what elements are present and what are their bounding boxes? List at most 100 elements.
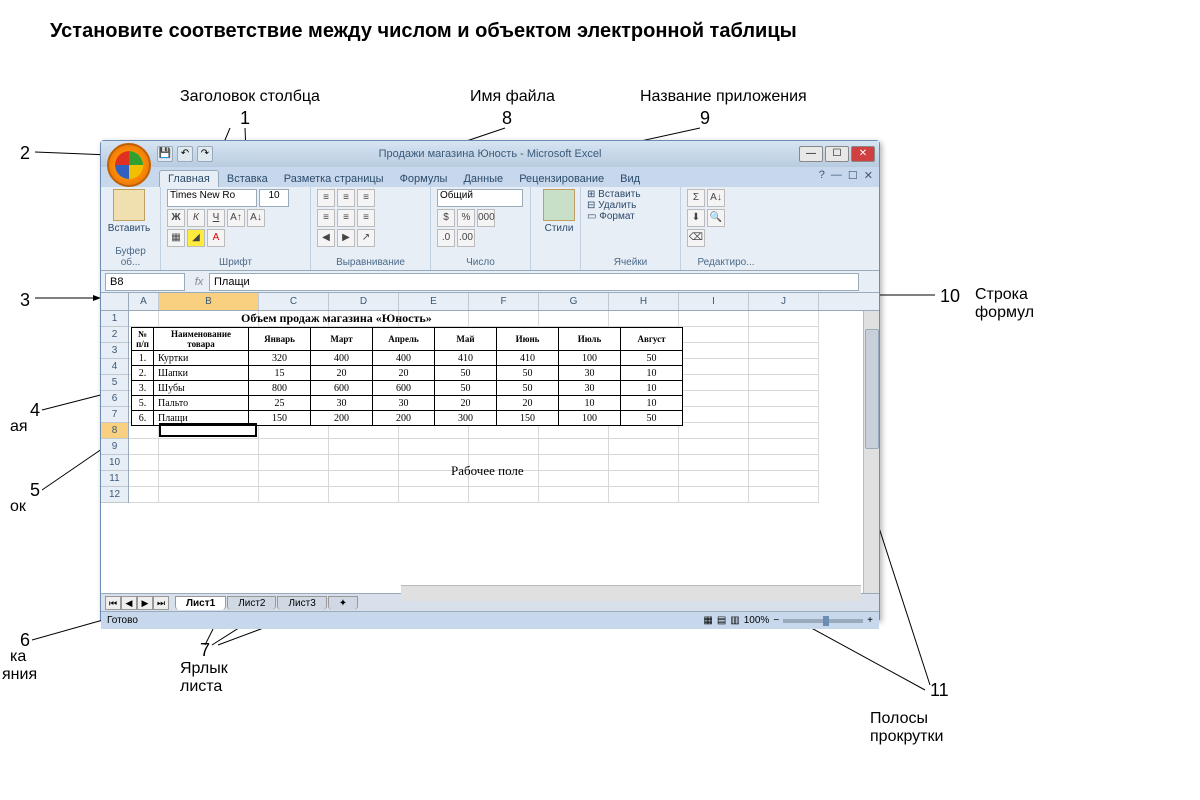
fill-icon[interactable]: ⬇ [687, 209, 705, 227]
font-size-select[interactable]: 10 [259, 189, 289, 207]
align-r-icon[interactable]: ≡ [357, 209, 375, 227]
minimize-button[interactable]: — [799, 146, 823, 162]
sort-icon[interactable]: А↓ [707, 189, 725, 207]
col-header-B[interactable]: B [159, 293, 259, 310]
row-header-2[interactable]: 2 [101, 327, 128, 343]
col-header-F[interactable]: F [469, 293, 539, 310]
align-tl-icon[interactable]: ≡ [317, 189, 335, 207]
tab-home[interactable]: Главная [159, 170, 219, 187]
doc-max-icon[interactable]: ☐ [848, 169, 858, 182]
styles-button[interactable]: Стили [537, 189, 581, 234]
horizontal-scrollbar[interactable] [401, 585, 861, 601]
row-header-5[interactable]: 5 [101, 375, 128, 391]
underline-button[interactable]: Ч [207, 209, 225, 227]
sheet-tab-3[interactable]: Лист3 [277, 596, 326, 610]
row-header-7[interactable]: 7 [101, 407, 128, 423]
qat-save-icon[interactable]: 💾 [157, 146, 173, 162]
label-9-text: Название приложения [640, 88, 807, 106]
tab-data[interactable]: Данные [455, 171, 511, 187]
number-format-select[interactable]: Общий [437, 189, 523, 207]
col-header-G[interactable]: G [539, 293, 609, 310]
label-11-text: Полосы прокрутки [870, 710, 943, 746]
doc-close-icon[interactable]: ✕ [864, 169, 873, 182]
tab-nav-last-icon[interactable]: ⏭ [153, 596, 169, 610]
font-color-icon[interactable]: A [207, 229, 225, 247]
grow-font-icon[interactable]: A↑ [227, 209, 245, 227]
clear-icon[interactable]: ⌫ [687, 229, 705, 247]
zoom-slider[interactable] [783, 619, 863, 623]
view-break-icon[interactable]: ▥ [730, 615, 739, 626]
comma-icon[interactable]: 000 [477, 209, 495, 227]
bold-button[interactable]: Ж [167, 209, 185, 227]
zoom-out-icon[interactable]: − [773, 615, 779, 626]
zoom-in-icon[interactable]: + [867, 615, 873, 626]
tab-review[interactable]: Рецензирование [511, 171, 612, 187]
currency-icon[interactable]: $ [437, 209, 455, 227]
sheet-tab-2[interactable]: Лист2 [227, 596, 276, 610]
align-c-icon[interactable]: ≡ [337, 209, 355, 227]
qat-redo-icon[interactable]: ↷ [197, 146, 213, 162]
view-layout-icon[interactable]: ▤ [717, 615, 726, 626]
inc-dec-icon[interactable]: .0 [437, 229, 455, 247]
percent-icon[interactable]: % [457, 209, 475, 227]
tab-view[interactable]: Вид [612, 171, 648, 187]
delete-cells-button[interactable]: ⊟ Удалить [587, 200, 636, 211]
row-header-12[interactable]: 12 [101, 487, 128, 503]
view-normal-icon[interactable]: ▦ [703, 615, 712, 626]
name-box[interactable]: B8 [105, 273, 185, 291]
qat-undo-icon[interactable]: ↶ [177, 146, 193, 162]
col-header-C[interactable]: C [259, 293, 329, 310]
col-header-A[interactable]: A [129, 293, 159, 310]
label-7-text: Ярлык листа [180, 660, 228, 696]
find-icon[interactable]: 🔍 [707, 209, 725, 227]
paste-icon [113, 189, 145, 221]
row-header-8[interactable]: 8 [101, 423, 128, 439]
fx-icon[interactable]: fx [189, 276, 209, 288]
shrink-font-icon[interactable]: A↓ [247, 209, 265, 227]
row-header-9[interactable]: 9 [101, 439, 128, 455]
indent-inc-icon[interactable]: ▶ [337, 229, 355, 247]
col-header-J[interactable]: J [749, 293, 819, 310]
vertical-scrollbar[interactable] [863, 311, 879, 593]
col-header-D[interactable]: D [329, 293, 399, 310]
sheet-tab-1[interactable]: Лист1 [175, 596, 226, 610]
orient-icon[interactable]: ↗ [357, 229, 375, 247]
col-header-I[interactable]: I [679, 293, 749, 310]
tab-nav-next-icon[interactable]: ▶ [137, 596, 153, 610]
select-all-corner[interactable] [101, 293, 129, 310]
sum-icon[interactable]: Σ [687, 189, 705, 207]
fill-color-icon[interactable]: ◢ [187, 229, 205, 247]
vscroll-thumb[interactable] [865, 329, 879, 449]
indent-dec-icon[interactable]: ◀ [317, 229, 335, 247]
doc-min-icon[interactable]: — [831, 169, 842, 182]
border-icon[interactable]: ▦ [167, 229, 185, 247]
help-icon[interactable]: ? [819, 169, 825, 182]
tab-formulas[interactable]: Формулы [392, 171, 456, 187]
row-header-4[interactable]: 4 [101, 359, 128, 375]
row-header-1[interactable]: 1 [101, 311, 128, 327]
new-sheet-icon[interactable]: ✦ [328, 596, 358, 610]
formula-input[interactable]: Плащи [209, 273, 859, 291]
row-header-11[interactable]: 11 [101, 471, 128, 487]
format-cells-button[interactable]: ▭ Формат [587, 211, 635, 222]
tab-layout[interactable]: Разметка страницы [276, 171, 392, 187]
tab-insert[interactable]: Вставка [219, 171, 276, 187]
col-header-H[interactable]: H [609, 293, 679, 310]
row-header-3[interactable]: 3 [101, 343, 128, 359]
align-tr-icon[interactable]: ≡ [357, 189, 375, 207]
align-l-icon[interactable]: ≡ [317, 209, 335, 227]
font-name-select[interactable]: Times New Ro [167, 189, 257, 207]
row-header-10[interactable]: 10 [101, 455, 128, 471]
paste-button[interactable]: Вставить [107, 189, 151, 234]
col-header-E[interactable]: E [399, 293, 469, 310]
close-button[interactable]: ✕ [851, 146, 875, 162]
tab-nav-first-icon[interactable]: ⏮ [105, 596, 121, 610]
insert-cells-button[interactable]: ⊞ Вставить [587, 189, 641, 200]
align-tc-icon[interactable]: ≡ [337, 189, 355, 207]
tab-nav-prev-icon[interactable]: ◀ [121, 596, 137, 610]
maximize-button[interactable]: ☐ [825, 146, 849, 162]
italic-button[interactable]: К [187, 209, 205, 227]
office-button[interactable] [107, 143, 151, 187]
row-header-6[interactable]: 6 [101, 391, 128, 407]
dec-dec-icon[interactable]: .00 [457, 229, 475, 247]
